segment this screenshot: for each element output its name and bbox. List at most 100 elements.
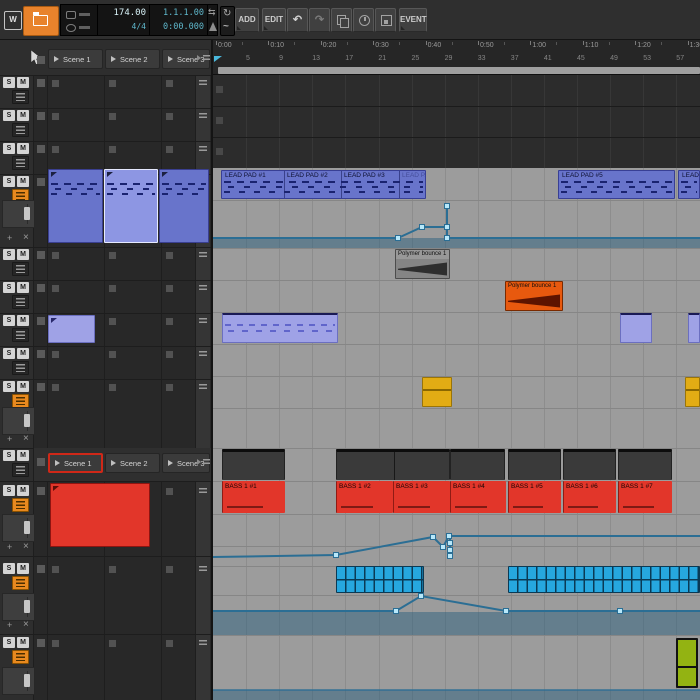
track-menu-icon[interactable] — [12, 328, 29, 342]
arranger-clip[interactable]: BASS 1 #7 — [618, 481, 672, 513]
scene-overflow-play-icon[interactable] — [197, 55, 201, 61]
arranger-clip[interactable] — [450, 449, 505, 480]
solo-button[interactable]: S — [3, 450, 15, 461]
fader-handle[interactable] — [24, 674, 30, 687]
scene-overflow-play-icon[interactable] — [197, 459, 201, 465]
track-menu-icon[interactable] — [12, 361, 29, 375]
time-signature-display[interactable]: 4/4 — [132, 22, 146, 31]
clip-slot-button[interactable] — [166, 80, 173, 87]
playhead-marker[interactable] — [214, 56, 222, 62]
clip-slot-button[interactable] — [52, 566, 59, 573]
clip-slot-button[interactable] — [109, 80, 116, 87]
fader-handle[interactable] — [24, 414, 30, 427]
track-menu-icon[interactable] — [12, 90, 29, 104]
clip-slot-button[interactable] — [109, 640, 116, 647]
launcher-clip[interactable] — [48, 315, 95, 343]
arranger-clip[interactable]: BASS 1 #6 — [563, 481, 616, 513]
mute-button[interactable]: M — [17, 143, 29, 154]
track-slot-menu-icon[interactable] — [199, 384, 207, 391]
arranger-clip[interactable] — [618, 449, 672, 480]
clip-slot-button[interactable] — [52, 80, 59, 87]
add-automation-lane-button[interactable]: + — [7, 620, 17, 631]
mute-button[interactable]: M — [17, 110, 29, 121]
arranger-clip[interactable] — [685, 377, 700, 407]
copy-button[interactable] — [331, 8, 352, 32]
add-automation-lane-button[interactable]: + — [7, 434, 17, 445]
track-menu-icon[interactable] — [12, 650, 29, 664]
automation-follow-icon[interactable]: ~ — [223, 22, 229, 32]
arranger-clip[interactable]: BASS 1 #3 — [393, 481, 450, 513]
scene-button[interactable]: Scene 1 — [48, 49, 103, 69]
save-button[interactable] — [375, 8, 396, 32]
solo-button[interactable]: S — [3, 637, 15, 648]
clip-slot-button[interactable] — [166, 146, 173, 153]
solo-button[interactable]: S — [3, 249, 15, 260]
track-menu-icon[interactable] — [12, 394, 29, 408]
solo-button[interactable]: S — [3, 563, 15, 574]
track-menu-icon[interactable] — [12, 295, 29, 309]
fader-handle[interactable] — [24, 207, 30, 220]
add-button[interactable]: ADD — [235, 8, 259, 32]
clip-slot-button[interactable] — [52, 252, 59, 259]
arranger-clip[interactable] — [508, 449, 561, 480]
arranger-stop-button[interactable] — [216, 86, 223, 93]
track-slot-menu-icon[interactable] — [199, 488, 207, 495]
playhead-time-display[interactable]: 0:00.000 — [163, 22, 204, 32]
arranger-stop-button[interactable] — [216, 148, 223, 155]
clip-slot-button[interactable] — [166, 285, 173, 292]
clip-slot-button[interactable] — [109, 318, 116, 325]
arranger-clip[interactable]: LEAD PAD #6 — [678, 170, 700, 199]
clip-slot-button[interactable] — [166, 566, 173, 573]
track-menu-icon[interactable] — [12, 262, 29, 276]
history-button[interactable] — [353, 8, 374, 32]
arranger-clip[interactable]: BASS 1 #5 — [508, 481, 561, 513]
solo-button[interactable]: S — [3, 282, 15, 293]
arranger-clip[interactable]: BASS 1 #4 — [450, 481, 506, 513]
mute-button[interactable]: M — [17, 637, 29, 648]
delete-lane-button[interactable]: × — [23, 541, 33, 553]
mute-button[interactable]: M — [17, 282, 29, 293]
add-automation-lane-button[interactable]: + — [7, 542, 17, 553]
add-automation-lane-button[interactable]: + — [7, 233, 17, 244]
clip-slot-button[interactable] — [52, 384, 59, 391]
arranger-clip-group[interactable]: LEAD PAD #1LEAD PAD #2LEAD PAD #3LEAD PA… — [221, 170, 426, 199]
clip-slot-button[interactable] — [52, 146, 59, 153]
track-slot-menu-icon[interactable] — [199, 285, 207, 292]
clip-slot-button[interactable] — [166, 252, 173, 259]
clip-slot-button[interactable] — [109, 566, 116, 573]
mute-button[interactable]: M — [17, 450, 29, 461]
clip-slot-button[interactable] — [166, 640, 173, 647]
shuffle-toggle-button[interactable] — [66, 22, 94, 33]
track-menu-icon[interactable] — [12, 156, 29, 170]
arranger-clip[interactable] — [336, 566, 424, 593]
arranger-clip[interactable] — [563, 449, 616, 480]
clip-slot-button[interactable] — [109, 146, 116, 153]
clip-slot-button[interactable] — [166, 488, 173, 495]
clip-slot-button[interactable] — [109, 384, 116, 391]
clip-stop-button[interactable] — [37, 145, 45, 153]
loop-icon[interactable]: ↻ — [223, 9, 231, 19]
track-slot-menu-icon[interactable] — [199, 146, 207, 153]
arranger-clip[interactable]: BASS 1 #2 — [336, 481, 393, 513]
clip-stop-button[interactable] — [37, 178, 45, 186]
launcher-clip[interactable] — [159, 169, 209, 243]
clip-slot-button[interactable] — [109, 252, 116, 259]
clip-slot-button[interactable] — [166, 113, 173, 120]
solo-button[interactable]: S — [3, 485, 15, 496]
arranger-stop-button[interactable] — [216, 117, 223, 124]
track-menu-icon[interactable] — [12, 463, 29, 477]
clip-slot-button[interactable] — [166, 318, 173, 325]
solo-button[interactable]: S — [3, 77, 15, 88]
launcher-clip[interactable] — [50, 483, 150, 547]
clip-slot-button[interactable] — [52, 640, 59, 647]
arranger-clip[interactable] — [222, 313, 338, 343]
track-slot-menu-icon[interactable] — [199, 80, 207, 87]
arranger-clip[interactable]: LEAD PAD #5 — [558, 170, 675, 199]
track-menu-icon[interactable] — [12, 123, 29, 137]
scene-overflow-menu-icon[interactable] — [203, 55, 210, 62]
arranger-clip[interactable] — [688, 313, 700, 343]
track-slot-menu-icon[interactable] — [199, 566, 207, 573]
launcher-clip[interactable] — [48, 169, 103, 243]
track-slot-menu-icon[interactable] — [199, 318, 207, 325]
clip-stop-button[interactable] — [37, 458, 45, 466]
